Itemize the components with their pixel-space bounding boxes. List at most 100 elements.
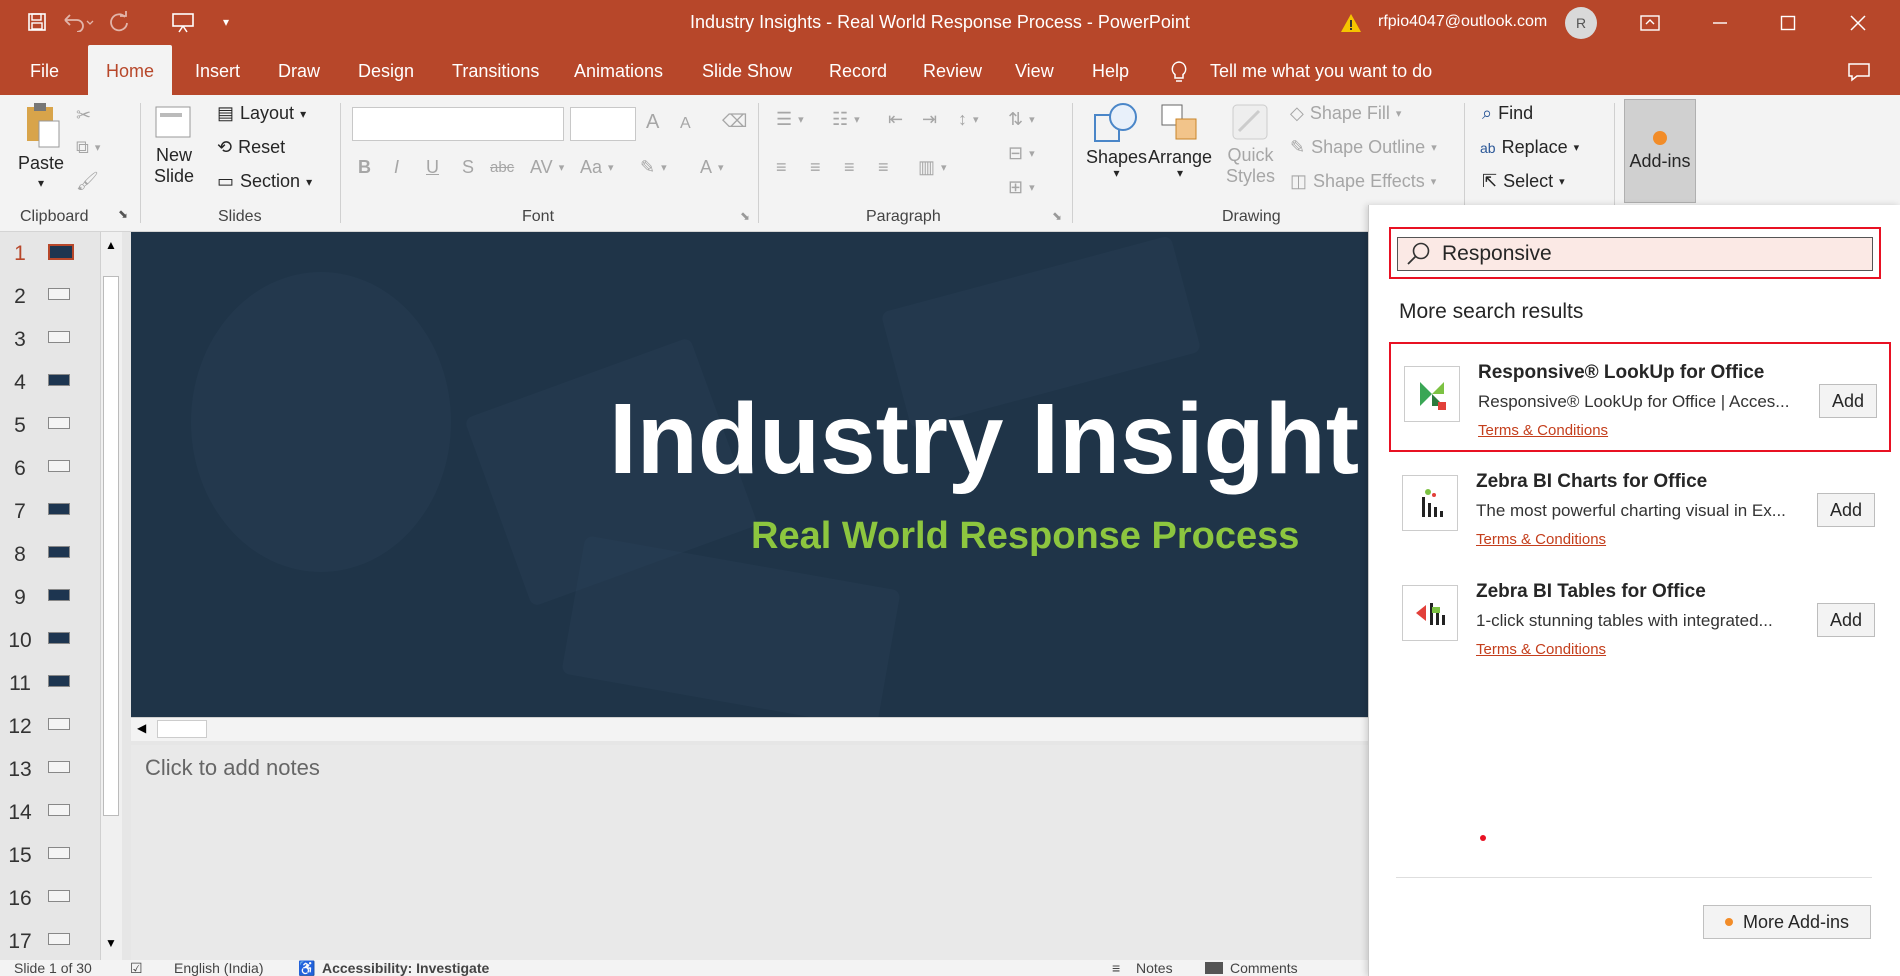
shadow-button[interactable]: S <box>462 157 474 178</box>
accessibility-icon[interactable]: ♿ <box>298 960 315 976</box>
hscroll-thumb[interactable] <box>157 720 207 738</box>
tab-review[interactable]: Review <box>921 45 984 95</box>
find-button[interactable]: ⌕ Find <box>1482 103 1533 124</box>
slide-thumbnail[interactable] <box>48 503 70 515</box>
scroll-thumb[interactable] <box>103 276 119 816</box>
shapes-button[interactable]: Shapes ▾ <box>1086 101 1147 180</box>
scroll-up-icon[interactable]: ▲ <box>105 238 117 252</box>
addin-result-zebra-tables[interactable]: Zebra BI Tables for Office 1-click stunn… <box>1389 563 1891 673</box>
tab-file[interactable]: File <box>28 45 61 95</box>
slide-thumbnail[interactable] <box>48 589 70 601</box>
slide-thumbnail[interactable] <box>48 460 70 472</box>
numbering-icon[interactable]: ☷ ▾ <box>832 109 860 130</box>
paragraph-launcher-icon[interactable]: ⬊ <box>1052 209 1062 223</box>
slide-thumbnail[interactable] <box>48 847 70 859</box>
strikethrough-button[interactable]: abc <box>490 159 514 176</box>
add-ins-search-box[interactable]: Responsive <box>1389 227 1881 279</box>
slide-thumbnail[interactable] <box>48 331 70 343</box>
slide-thumbnail[interactable] <box>48 890 70 902</box>
slide-thumbnail[interactable] <box>48 632 70 644</box>
tab-draw[interactable]: Draw <box>276 45 322 95</box>
format-painter-icon[interactable]: 🖌 <box>76 171 99 192</box>
bullets-icon[interactable]: ☰ ▾ <box>776 109 804 130</box>
addin-title[interactable]: Zebra BI Charts for Office <box>1476 471 1707 493</box>
shape-fill-button[interactable]: ◇ Shape Fill ▾ <box>1290 103 1401 124</box>
tab-slide-show[interactable]: Slide Show <box>700 45 794 95</box>
undo-icon[interactable] <box>58 10 98 34</box>
scroll-left-icon[interactable]: ◀ <box>137 721 146 735</box>
slide-thumbnail[interactable] <box>48 761 70 773</box>
clipboard-launcher-icon[interactable]: ⬊ <box>118 207 128 221</box>
slide-horizontal-scrollbar[interactable]: ◀ <box>131 717 1371 741</box>
quick-styles-button[interactable]: Quick Styles <box>1226 101 1275 187</box>
text-direction-icon[interactable]: ⇅ ▾ <box>1008 109 1035 130</box>
cut-icon[interactable]: ✂ <box>76 105 91 126</box>
tab-animations[interactable]: Animations <box>572 45 665 95</box>
decrease-indent-icon[interactable]: ⇤ <box>888 109 903 130</box>
select-button[interactable]: ⇱ Select ▾ <box>1482 171 1565 192</box>
tab-view[interactable]: View <box>1013 45 1056 95</box>
addin-result-zebra-charts[interactable]: Zebra BI Charts for Office The most powe… <box>1389 453 1891 563</box>
account-email[interactable]: rfpio4047@outlook.com <box>1378 13 1547 31</box>
tell-me-search[interactable]: Tell me what you want to do <box>1208 45 1434 95</box>
font-color-button[interactable]: A ▾ <box>700 157 724 178</box>
comments-toggle[interactable]: Comments <box>1230 960 1298 976</box>
accessibility-status[interactable]: Accessibility: Investigate <box>322 960 489 976</box>
close-icon[interactable] <box>1830 0 1886 45</box>
slide-thumbnail[interactable] <box>48 244 74 260</box>
slide-thumbnail[interactable] <box>48 288 70 300</box>
font-name-combo[interactable] <box>352 107 564 141</box>
addin-title[interactable]: Zebra BI Tables for Office <box>1476 581 1706 603</box>
slide-thumbnail[interactable] <box>48 374 70 386</box>
paste-button[interactable]: Paste ▾ <box>18 101 64 190</box>
replace-button[interactable]: ab Replace ▾ <box>1480 137 1579 158</box>
warning-icon[interactable] <box>1338 11 1364 35</box>
save-icon[interactable] <box>24 10 50 34</box>
tab-design[interactable]: Design <box>356 45 416 95</box>
comments-icon[interactable] <box>1845 45 1873 95</box>
minimize-icon[interactable] <box>1692 0 1748 45</box>
slide-thumbnail[interactable] <box>48 933 70 945</box>
customize-toolbar-icon[interactable]: ▾ <box>216 10 236 34</box>
arrange-button[interactable]: Arrange ▾ <box>1148 101 1212 180</box>
more-add-ins-button[interactable]: More Add-ins <box>1703 905 1871 939</box>
slide-subtitle[interactable]: Real World Response Process <box>751 515 1299 558</box>
language[interactable]: English (India) <box>174 960 264 976</box>
slide-thumbnail[interactable] <box>48 675 70 687</box>
add-button[interactable]: Add <box>1819 384 1877 418</box>
justify-icon[interactable]: ≡ <box>878 157 889 178</box>
add-button[interactable]: Add <box>1817 493 1875 527</box>
terms-link[interactable]: Terms & Conditions <box>1478 422 1608 439</box>
terms-link[interactable]: Terms & Conditions <box>1476 531 1606 548</box>
terms-link[interactable]: Terms & Conditions <box>1476 641 1606 658</box>
section-button[interactable]: ▭ Section ▾ <box>217 171 312 192</box>
tab-record[interactable]: Record <box>827 45 889 95</box>
font-size-combo[interactable] <box>570 107 636 141</box>
slide-title[interactable]: Industry Insight <box>609 382 1359 497</box>
italic-button[interactable]: I <box>394 157 399 178</box>
line-spacing-icon[interactable]: ↕ ▾ <box>958 109 979 130</box>
columns-icon[interactable]: ▥ ▾ <box>918 157 947 178</box>
spellcheck-icon[interactable]: ☑ <box>130 960 143 976</box>
redo-icon[interactable] <box>104 10 134 34</box>
thumbnail-scrollbar[interactable]: ▲ ▼ <box>100 232 122 960</box>
reset-button[interactable]: ⟲ Reset <box>217 137 285 158</box>
character-spacing-button[interactable]: AV ▾ <box>530 157 564 178</box>
change-case-button[interactable]: Aa ▾ <box>580 157 614 178</box>
align-text-icon[interactable]: ⊟ ▾ <box>1008 143 1035 164</box>
slide-thumbnail[interactable] <box>48 546 70 558</box>
slide-thumbnail[interactable] <box>48 804 70 816</box>
present-from-start-icon[interactable] <box>168 10 198 34</box>
maximize-icon[interactable] <box>1760 0 1816 45</box>
smartart-icon[interactable]: ⊞ ▾ <box>1008 177 1035 198</box>
align-center-icon[interactable]: ≡ <box>810 157 821 178</box>
layout-button[interactable]: ▤ Layout ▾ <box>217 103 306 124</box>
underline-button[interactable]: U <box>426 157 439 178</box>
clear-formatting-icon[interactable]: ⌫ <box>722 111 747 132</box>
new-slide-button[interactable]: New Slide <box>152 99 196 187</box>
avatar[interactable]: R <box>1565 7 1597 39</box>
ribbon-display-options-icon[interactable] <box>1622 0 1678 45</box>
scroll-down-icon[interactable]: ▼ <box>105 936 117 950</box>
lightbulb-icon[interactable] <box>1168 45 1190 95</box>
font-launcher-icon[interactable]: ⬊ <box>740 209 750 223</box>
